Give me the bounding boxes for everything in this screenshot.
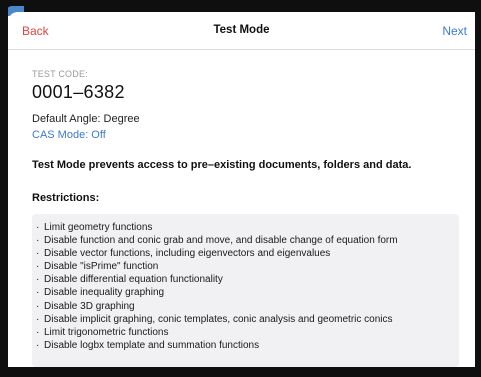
page-title: Test Mode <box>213 24 270 36</box>
device-frame: Back Test Mode Next TEST CODE: 0001–6382… <box>0 0 481 377</box>
right-bezel <box>475 0 481 377</box>
restriction-item: · Disable function and conic grab and mov… <box>36 234 459 247</box>
next-button[interactable]: Next <box>442 24 467 38</box>
test-mode-notice: Test Mode prevents access to pre–existin… <box>32 159 412 171</box>
restriction-item: · Disable "isPrime" function <box>36 260 459 273</box>
bullet-icon: · <box>36 222 40 233</box>
restrictions-heading: Restrictions: <box>32 192 100 204</box>
restriction-item: · Disable differential equation functiona… <box>36 273 459 286</box>
restriction-item: · Limit trigonometric functions <box>36 326 459 339</box>
bullet-icon: · <box>36 274 40 286</box>
restriction-text: Disable function and conic grab and move… <box>44 235 398 247</box>
content-area: TEST CODE: 0001–6382 Default Angle: Degr… <box>8 51 475 367</box>
cas-mode-link[interactable]: CAS Mode: Off <box>32 129 106 141</box>
restriction-item: · Disable vector functions, including eig… <box>36 247 459 260</box>
bullet-icon: · <box>36 248 40 260</box>
default-angle-text: Default Angle: Degree <box>32 113 140 125</box>
restriction-text: Limit trigonometric functions <box>44 326 169 338</box>
bullet-icon: · <box>36 287 40 299</box>
restriction-item: · Disable logbx template and summation fu… <box>36 339 459 352</box>
test-code-value: 0001–6382 <box>32 82 125 102</box>
bullet-icon: · <box>36 261 40 273</box>
restriction-text: Disable vector functions, including eige… <box>44 248 331 260</box>
bullet-icon: · <box>36 313 40 325</box>
test-code-label: TEST CODE: <box>32 69 88 79</box>
restriction-text: Disable logbx template and summation fun… <box>44 339 260 351</box>
navigation-bar: Back Test Mode Next <box>8 12 475 50</box>
restriction-text: Disable inequality graphing <box>44 287 165 299</box>
restrictions-list[interactable]: · Limit geometry functions · Disable funct… <box>32 214 459 367</box>
bottom-bezel <box>0 367 481 377</box>
restriction-item: · Limit geometry functions <box>36 221 459 234</box>
restriction-item: · Disable implicit graphing, conic templa… <box>36 313 459 326</box>
left-bezel <box>0 0 8 377</box>
restriction-text: Disable 3D graphing <box>44 300 135 312</box>
bullet-icon: · <box>36 326 40 338</box>
restriction-text: Disable implicit graphing, conic templat… <box>44 313 393 325</box>
bullet-icon: · <box>36 339 40 351</box>
bullet-icon: · <box>36 300 40 312</box>
restriction-text: Limit geometry functions <box>44 222 153 233</box>
test-mode-sheet: Back Test Mode Next TEST CODE: 0001–6382… <box>8 12 475 367</box>
restriction-text: Disable differential equation functional… <box>44 274 223 286</box>
restriction-item: · Disable inequality graphing <box>36 286 459 299</box>
bullet-icon: · <box>36 235 40 247</box>
top-bezel <box>0 0 481 16</box>
restriction-item: · Disable 3D graphing <box>36 300 459 313</box>
restriction-text: Disable "isPrime" function <box>44 261 159 273</box>
